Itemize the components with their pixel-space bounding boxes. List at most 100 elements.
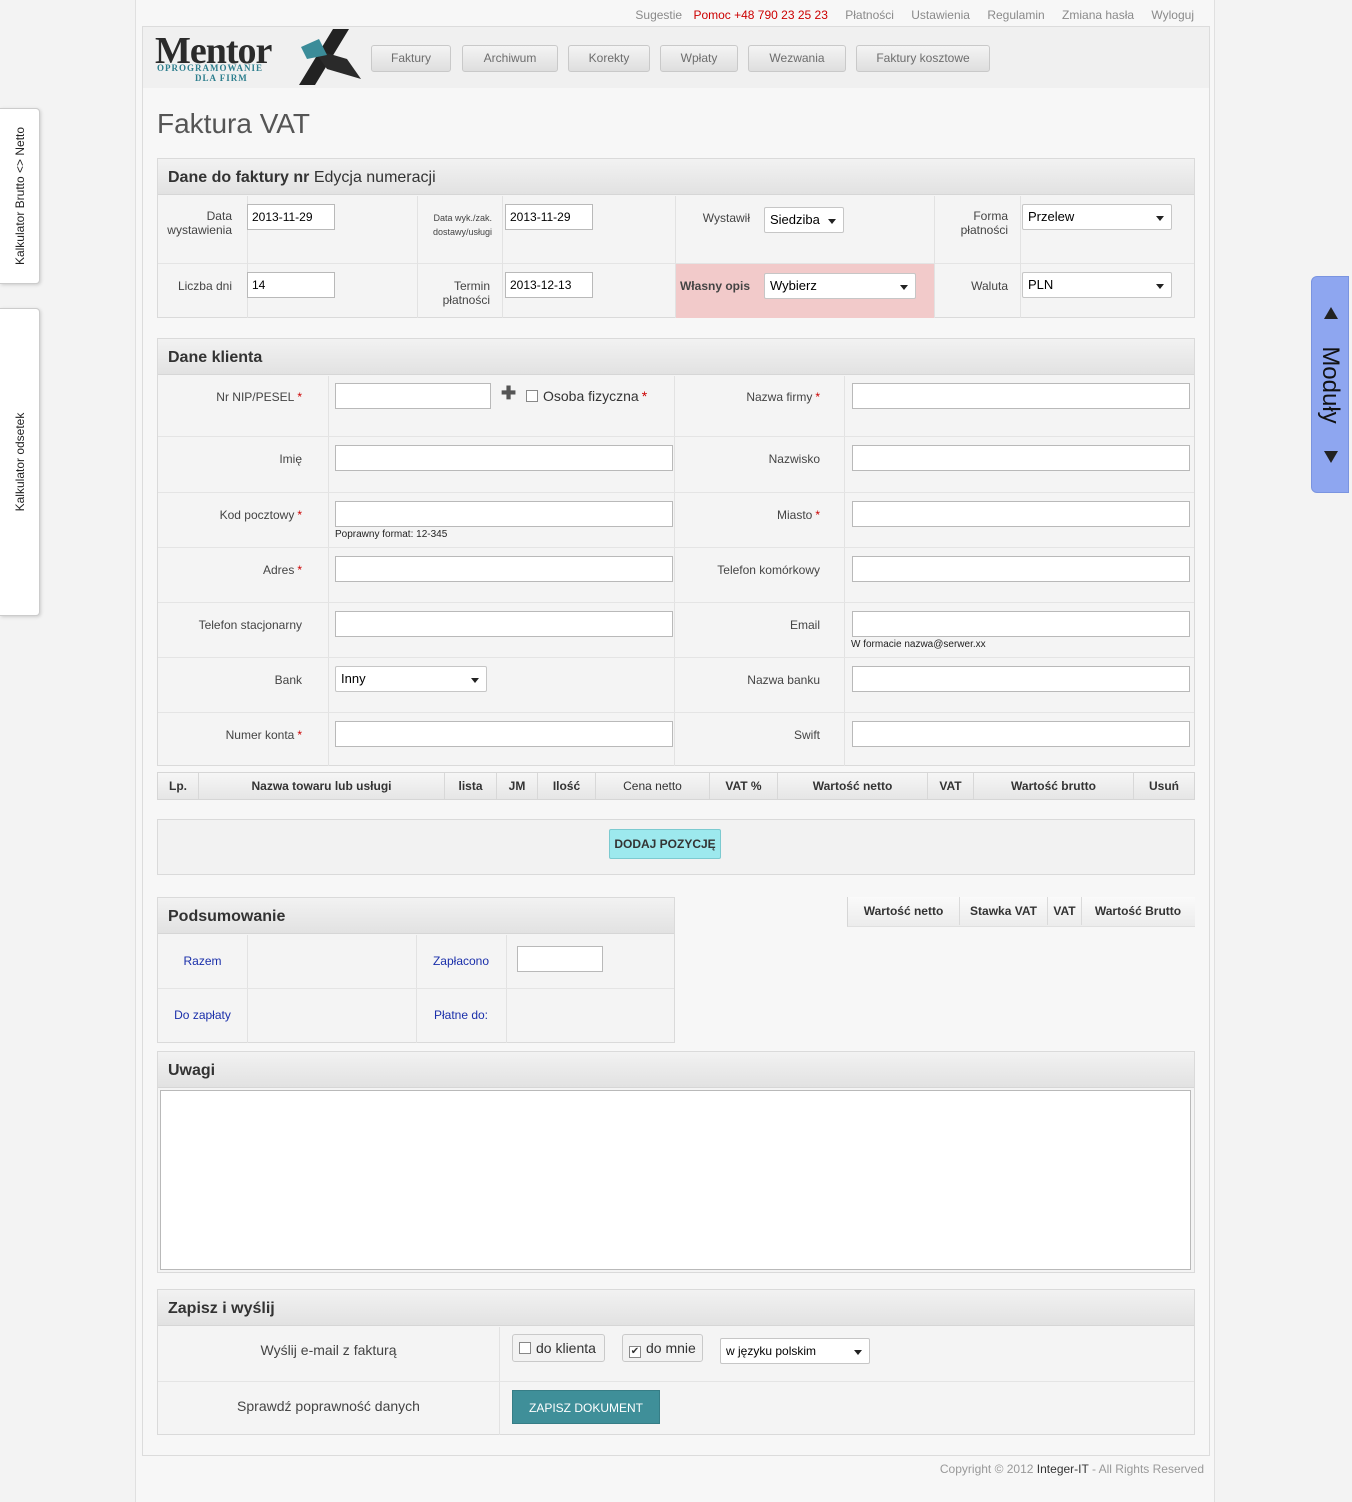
due-label: Płatne do:	[433, 1008, 489, 1022]
mobile-phone-input[interactable]	[852, 556, 1190, 582]
paid-input[interactable]	[517, 946, 603, 972]
arrow-up-icon	[1324, 307, 1338, 319]
nip-label: Nr NIP/PESEL *	[168, 390, 302, 404]
city-input[interactable]	[852, 501, 1190, 527]
save-send-panel: Zapisz i wyślij Wyślij e-mail z fakturą …	[157, 1289, 1195, 1435]
nav-cost-invoices[interactable]: Faktury kosztowe	[856, 45, 990, 72]
address-input[interactable]	[335, 556, 673, 582]
delivery-date-input[interactable]: 2013-11-29	[505, 204, 593, 230]
add-item-button[interactable]: DODAJ POZYCJĘ	[609, 829, 721, 859]
page-wrapper: Sugestie Pomoc +48 790 23 25 23 Płatnośc…	[135, 0, 1215, 1502]
row-divider	[158, 657, 1194, 658]
arrow-down-icon	[1324, 451, 1338, 463]
postal-code-input[interactable]	[335, 501, 673, 527]
divider	[502, 196, 503, 318]
add-item-row: DODAJ POZYCJĘ	[157, 819, 1195, 875]
items-table-header: Lp. Nazwa towaru lub usługi lista JM Ilo…	[157, 772, 1195, 800]
row-divider	[158, 988, 674, 989]
col-net-price: Cena netto	[596, 773, 710, 799]
checkbox[interactable]	[519, 1342, 531, 1354]
footer: Copyright © 2012 Integer-IT - All Rights…	[940, 1462, 1204, 1476]
checkmark-icon[interactable]: ✔	[629, 1346, 641, 1358]
bank-name-input[interactable]	[852, 666, 1190, 692]
divider	[247, 935, 248, 1043]
checkbox[interactable]	[526, 390, 538, 402]
summary-header: Podsumowanie	[158, 898, 674, 934]
divider	[844, 376, 845, 766]
account-number-input[interactable]	[335, 721, 673, 747]
edit-numbering-link[interactable]: Edycja numeracji	[314, 169, 436, 186]
email-label: Email	[789, 618, 820, 632]
last-name-input[interactable]	[852, 445, 1190, 471]
issued-by-select[interactable]: Siedziba	[764, 207, 844, 233]
divider	[417, 196, 418, 318]
email-input[interactable]	[852, 611, 1190, 637]
bank-select[interactable]: Inny	[335, 666, 487, 692]
to-me-checkbox[interactable]: ✔ do mnie	[622, 1334, 703, 1362]
save-send-header: Zapisz i wyślij	[158, 1290, 1194, 1326]
gross-net-calculator-tab[interactable]: Kalkulator Brutto <> Netto	[0, 108, 40, 284]
check-data-label: Sprawdź poprawność danych	[237, 1398, 420, 1414]
nav-invoices[interactable]: Faktury	[371, 45, 451, 72]
col-net-value: Wartość netto	[848, 897, 960, 925]
issue-date-input[interactable]: 2013-11-29	[247, 204, 335, 230]
nav-archive[interactable]: Archiwum	[462, 45, 558, 72]
col-gross-value: Wartość brutto	[974, 773, 1134, 799]
summary-panel: Podsumowanie Razem Zapłacono Do zapłaty …	[157, 897, 675, 1043]
logout-link[interactable]: Wyloguj	[1151, 8, 1194, 22]
payments-link[interactable]: Płatności	[845, 8, 894, 22]
nav-corrections[interactable]: Korekty	[568, 45, 650, 72]
plus-icon[interactable]: ✚	[501, 383, 516, 404]
account-number-label-text: Numer konta	[225, 728, 295, 742]
notes-header: Uwagi	[158, 1052, 1194, 1088]
nip-input[interactable]	[335, 383, 491, 409]
address-label: Adres *	[168, 563, 302, 577]
footer-brand-link[interactable]: Integer-IT	[1037, 1462, 1089, 1476]
postal-code-hint: Poprawny format: 12-345	[335, 529, 448, 540]
suggestions-link[interactable]: Sugestie	[635, 8, 682, 22]
nav-reminders[interactable]: Wezwania	[748, 45, 846, 72]
company-name-input[interactable]	[852, 383, 1190, 409]
terms-link[interactable]: Regulamin	[987, 8, 1044, 22]
modules-tab[interactable]: Moduły	[1311, 276, 1349, 493]
account-number-label: Numer konta *	[168, 728, 302, 742]
mentor-logo[interactable]: Mentor OPROGRAMOWANIE DLA FIRM	[151, 29, 361, 87]
natural-person-checkbox[interactable]: Osoba fizyczna *	[526, 388, 647, 404]
logo-line-1: OPROGRAMOWANIE	[157, 63, 263, 73]
interest-calculator-tab[interactable]: Kalkulator odsetek	[0, 308, 40, 616]
language-select[interactable]: w języku polskim	[720, 1338, 870, 1364]
mobile-phone-label: Telefon komórkowy	[717, 563, 820, 577]
swift-input[interactable]	[852, 721, 1190, 747]
top-links: Sugestie Pomoc +48 790 23 25 23 Płatnośc…	[621, 8, 1194, 22]
total-label: Razem	[183, 954, 222, 968]
payment-form-label: Forma płatności	[960, 209, 1008, 237]
swift-label: Swift	[793, 728, 820, 742]
save-document-button[interactable]: ZAPISZ DOKUMENT	[512, 1390, 660, 1424]
landline-phone-label: Telefon stacjonarny	[198, 618, 302, 632]
payment-form-select[interactable]: Przelew	[1022, 204, 1172, 230]
required-mark: *	[815, 508, 820, 522]
nav-payments[interactable]: Wpłaty	[660, 45, 738, 72]
required-mark: *	[641, 388, 648, 404]
change-password-link[interactable]: Zmiana hasła	[1062, 8, 1134, 22]
bank-name-label: Nazwa banku	[747, 673, 820, 687]
copyright-prefix: Copyright © 2012	[939, 1462, 1034, 1476]
landline-phone-input[interactable]	[335, 611, 673, 637]
currency-select[interactable]: PLN	[1022, 272, 1172, 298]
row-divider	[158, 712, 1194, 713]
notes-panel: Uwagi	[157, 1051, 1195, 1273]
to-client-label: do klienta	[536, 1340, 596, 1356]
notes-textarea[interactable]	[160, 1090, 1191, 1270]
to-client-checkbox[interactable]: do klienta	[512, 1334, 605, 1362]
col-delete: Usuń	[1149, 779, 1179, 793]
help-link[interactable]: Pomoc +48 790 23 25 23	[693, 8, 827, 22]
required-mark: *	[297, 390, 302, 404]
settings-link[interactable]: Ustawienia	[911, 8, 970, 22]
days-input[interactable]: 14	[247, 272, 335, 298]
due-date-input[interactable]: 2013-12-13	[505, 272, 593, 298]
own-description-select[interactable]: Wybierz	[764, 273, 916, 299]
first-name-input[interactable]	[335, 445, 673, 471]
page-title: Faktura VAT	[157, 108, 311, 139]
invoice-data-panel: Dane do faktury nr Edycja numeracji Data…	[157, 158, 1195, 318]
postal-code-label: Kod pocztowy *	[168, 508, 302, 522]
